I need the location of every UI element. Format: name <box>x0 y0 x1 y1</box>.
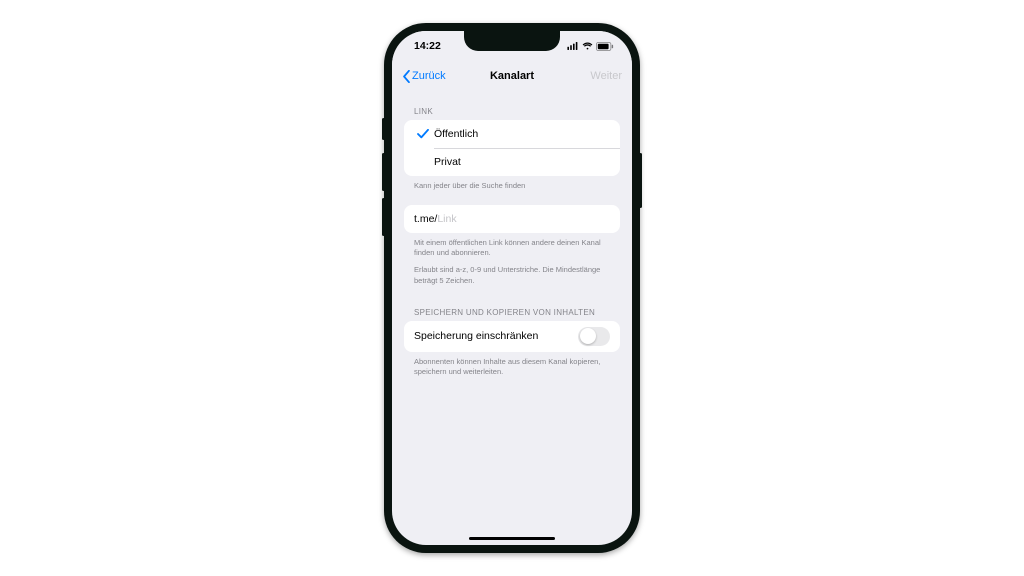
page-title: Kanalart <box>490 70 534 82</box>
restrict-saving-row: Speicherung einschränken <box>404 321 620 352</box>
save-card: Speicherung einschränken <box>404 321 620 352</box>
next-button[interactable]: Weiter <box>590 70 622 82</box>
volume-down <box>382 198 385 236</box>
link-input[interactable] <box>437 213 610 225</box>
home-indicator[interactable] <box>469 537 555 541</box>
screen: 14:22 Zurück Kanalart Wei <box>392 31 632 545</box>
chevron-left-icon <box>402 70 411 83</box>
option-private-label: Privat <box>432 156 610 168</box>
status-time: 14:22 <box>414 40 441 52</box>
notch <box>464 31 560 51</box>
nav-bar: Zurück Kanalart Weiter <box>392 61 632 91</box>
restrict-saving-toggle[interactable] <box>578 327 610 346</box>
signal-icon <box>567 42 579 50</box>
toggle-knob <box>580 328 596 344</box>
save-footer: Abonnenten können Inhalte aus diesem Kan… <box>404 352 620 377</box>
back-button[interactable]: Zurück <box>402 70 446 83</box>
power-button <box>639 153 642 208</box>
link-prefix: t.me/ <box>414 213 437 225</box>
option-private[interactable]: Privat <box>404 148 620 176</box>
check-icon <box>414 129 432 139</box>
phone-frame: 14:22 Zurück Kanalart Wei <box>384 23 640 553</box>
visibility-card: Öffentlich Privat <box>404 120 620 176</box>
visibility-footer: Kann jeder über die Suche finden <box>404 176 620 191</box>
option-public-label: Öffentlich <box>432 128 610 140</box>
wifi-icon <box>582 42 593 50</box>
link-footer-2: Erlaubt sind a-z, 0-9 und Unterstriche. … <box>404 258 620 285</box>
save-section-header: SPEICHERN UND KOPIEREN VON INHALTEN <box>404 286 620 321</box>
link-input-row[interactable]: t.me/ <box>404 205 620 233</box>
back-label: Zurück <box>412 70 446 82</box>
mute-switch <box>382 118 385 140</box>
volume-up <box>382 153 385 191</box>
battery-icon <box>596 42 614 51</box>
link-footer-1: Mit einem öffentlichen Link können ander… <box>404 233 620 258</box>
restrict-saving-label: Speicherung einschränken <box>414 330 538 342</box>
option-public[interactable]: Öffentlich <box>404 120 620 148</box>
link-section-header: LINK <box>404 91 620 120</box>
